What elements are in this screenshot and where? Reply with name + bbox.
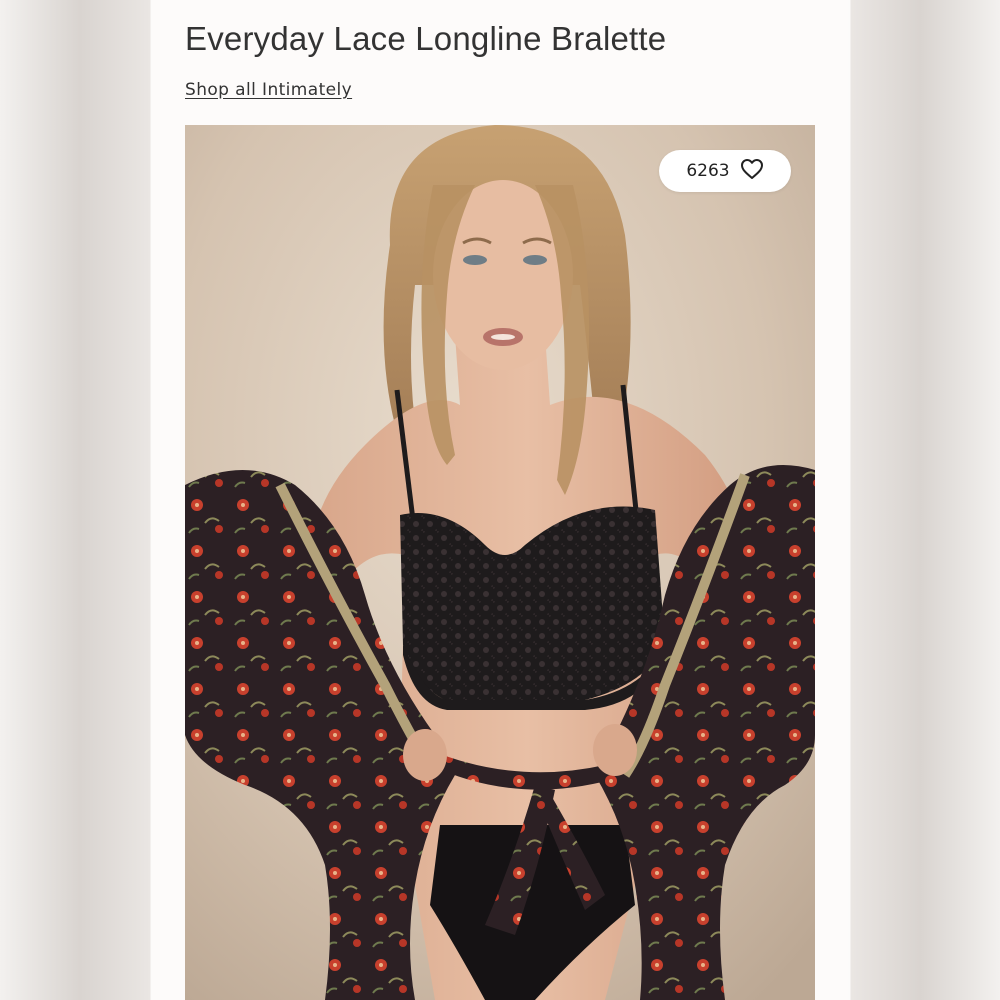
likes-count: 6263 <box>686 161 730 181</box>
heart-outline-icon <box>740 158 764 185</box>
product-image[interactable]: 6263 <box>185 125 815 1000</box>
shop-all-link[interactable]: Shop all Intimately <box>185 80 352 100</box>
like-button[interactable]: 6263 <box>659 150 791 192</box>
product-title: Everyday Lace Longline Bralette <box>185 20 667 57</box>
product-page: Everyday Lace Longline Bralette Shop all… <box>152 0 848 1000</box>
model-photo <box>185 125 815 1000</box>
